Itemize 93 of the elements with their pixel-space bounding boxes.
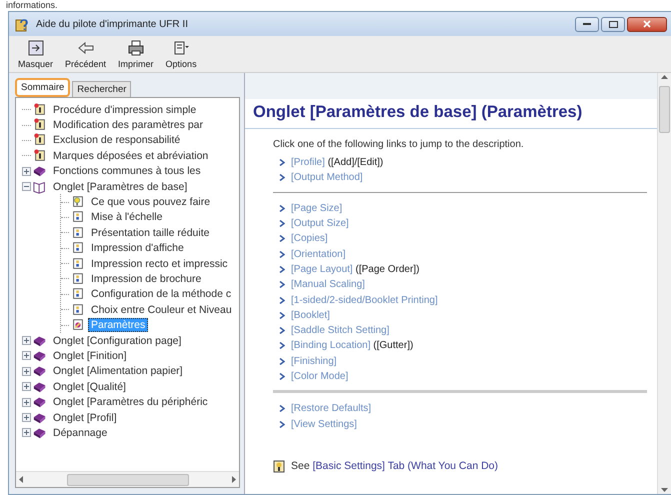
book-icon: [33, 410, 47, 424]
nav-tab[interactable]: Rechercher: [72, 81, 132, 97]
lightbulb-page-icon: [71, 195, 85, 210]
tree-item[interactable]: Modification des paramètres par: [50, 118, 206, 132]
scroll-left-icon[interactable]: [19, 476, 24, 483]
lightbulb-page-icon: [273, 460, 285, 473]
book-icon: [33, 395, 47, 410]
expand-toggle-icon[interactable]: [22, 382, 31, 392]
printer-icon: [126, 39, 145, 57]
help-page-icon: [33, 148, 47, 163]
page-text: informations.: [5, 0, 59, 11]
expand-toggle-icon[interactable]: [22, 428, 31, 438]
tree-item[interactable]: Configuration de la méthode c: [88, 287, 234, 302]
minimize-button[interactable]: [575, 16, 599, 32]
option-note: ([Add]/[Edit]): [328, 157, 384, 168]
tree-item[interactable]: Présentation taille réduite: [88, 226, 212, 240]
tree-item[interactable]: Onglet [Profil]: [50, 410, 120, 424]
tree-item[interactable]: Impression de brochure: [88, 272, 204, 286]
scroll-right-icon[interactable]: [231, 476, 236, 483]
chevron-icon: [279, 204, 285, 212]
expand-toggle-icon[interactable]: [22, 398, 31, 407]
expand-toggle-icon[interactable]: [22, 351, 31, 360]
see-also-text: See [Basic Settings] Tab (What You Can Do): [291, 460, 498, 472]
document-icon: [71, 241, 85, 256]
expand-toggle-icon[interactable]: [22, 336, 31, 346]
tree-item[interactable]: Onglet [Paramètres du périphéric: [50, 395, 211, 410]
chevron-icon: [279, 405, 285, 412]
tree-item[interactable]: Onglet [Finition]: [50, 348, 130, 363]
maximize-button[interactable]: [601, 16, 625, 32]
scroll-thumb[interactable]: [659, 86, 670, 133]
document-icon: [71, 302, 85, 317]
open-book-icon: [33, 180, 47, 194]
tree-item[interactable]: Exclusion de responsabilité: [50, 133, 184, 148]
chevron-icon: [279, 420, 285, 428]
book-icon: [33, 364, 47, 378]
tree-item[interactable]: Fonctions communes à tous les: [50, 164, 204, 178]
maximize-icon: [608, 20, 618, 28]
tree-item[interactable]: Mise à l'échelle: [88, 210, 166, 224]
hide-pane-icon: [26, 39, 44, 57]
chevron-icon: [279, 358, 285, 365]
book-icon: [33, 164, 47, 178]
option-note: ([Page Order]): [356, 264, 420, 275]
back-arrow-icon: [76, 39, 95, 57]
tree-item[interactable]: Onglet [Configuration page]: [50, 334, 184, 348]
settings-page-icon: [71, 318, 85, 332]
document-icon: [71, 210, 85, 224]
toolbar-button[interactable]: Imprimer: [115, 36, 157, 72]
book-icon: [33, 348, 47, 363]
toolbar-button[interactable]: Masquer: [15, 36, 56, 72]
intro-text: Click one of the following links to jump to the description.: [273, 139, 525, 150]
tree-item[interactable]: Impression d'affiche: [88, 241, 187, 256]
tree-item[interactable]: Choix entre Couleur et Niveau: [88, 302, 235, 317]
nav-tab[interactable]: Sommaire: [15, 78, 70, 97]
book-icon: [33, 426, 47, 440]
minimize-icon: [583, 22, 591, 26]
toolbar-button[interactable]: Précédent: [62, 36, 110, 72]
document-options-icon: [172, 39, 190, 57]
tree-item[interactable]: Marques déposées et abréviation: [50, 148, 212, 163]
book-icon: [33, 334, 47, 348]
chevron-icon: [279, 373, 285, 380]
scroll-up-icon[interactable]: [661, 75, 668, 80]
tree-item[interactable]: Ce que vous pouvez faire: [88, 195, 214, 210]
link[interactable]: [Basic Settings] Tab (What You Can Do): [312, 460, 498, 472]
vertical-scrollbar[interactable]: [657, 73, 671, 494]
expand-toggle-icon[interactable]: [22, 366, 31, 376]
expand-toggle-icon[interactable]: [22, 166, 31, 176]
window-title: Aide du pilote d'imprimante UFR II: [36, 18, 189, 30]
expand-toggle-icon[interactable]: [22, 182, 31, 192]
help-page-icon: [33, 118, 47, 132]
tree-item[interactable]: Onglet [Alimentation papier]: [50, 364, 186, 378]
toolbar-button[interactable]: Options: [162, 36, 200, 72]
expand-toggle-icon[interactable]: [22, 413, 31, 422]
close-icon: [643, 20, 651, 28]
chevron-icon: [279, 281, 285, 288]
scroll-down-icon[interactable]: [661, 487, 668, 492]
tree-item[interactable]: Impression recto et impressic: [88, 256, 231, 271]
document-icon: [71, 226, 85, 240]
book-icon: [33, 380, 47, 394]
help-app-icon: [15, 16, 31, 32]
close-button[interactable]: [627, 16, 667, 32]
tree-item[interactable]: Onglet [Paramètres de base]: [50, 180, 190, 194]
help-page-icon: [33, 102, 47, 117]
scroll-thumb[interactable]: [66, 474, 188, 486]
document-icon: [71, 256, 85, 271]
horizontal-scrollbar[interactable]: [16, 471, 239, 487]
help-page-icon: [33, 133, 47, 148]
document-icon: [71, 287, 85, 302]
tree-item[interactable]: Dépannage: [50, 426, 110, 440]
document-icon: [71, 272, 85, 286]
tree-item[interactable]: Onglet [Qualité]: [50, 380, 129, 394]
page-heading: Onglet [Paramètres de base] (Paramètres): [245, 99, 657, 129]
option-note: ([Gutter]): [373, 340, 414, 352]
tree-item[interactable]: Procédure d'impression simple: [50, 102, 200, 117]
